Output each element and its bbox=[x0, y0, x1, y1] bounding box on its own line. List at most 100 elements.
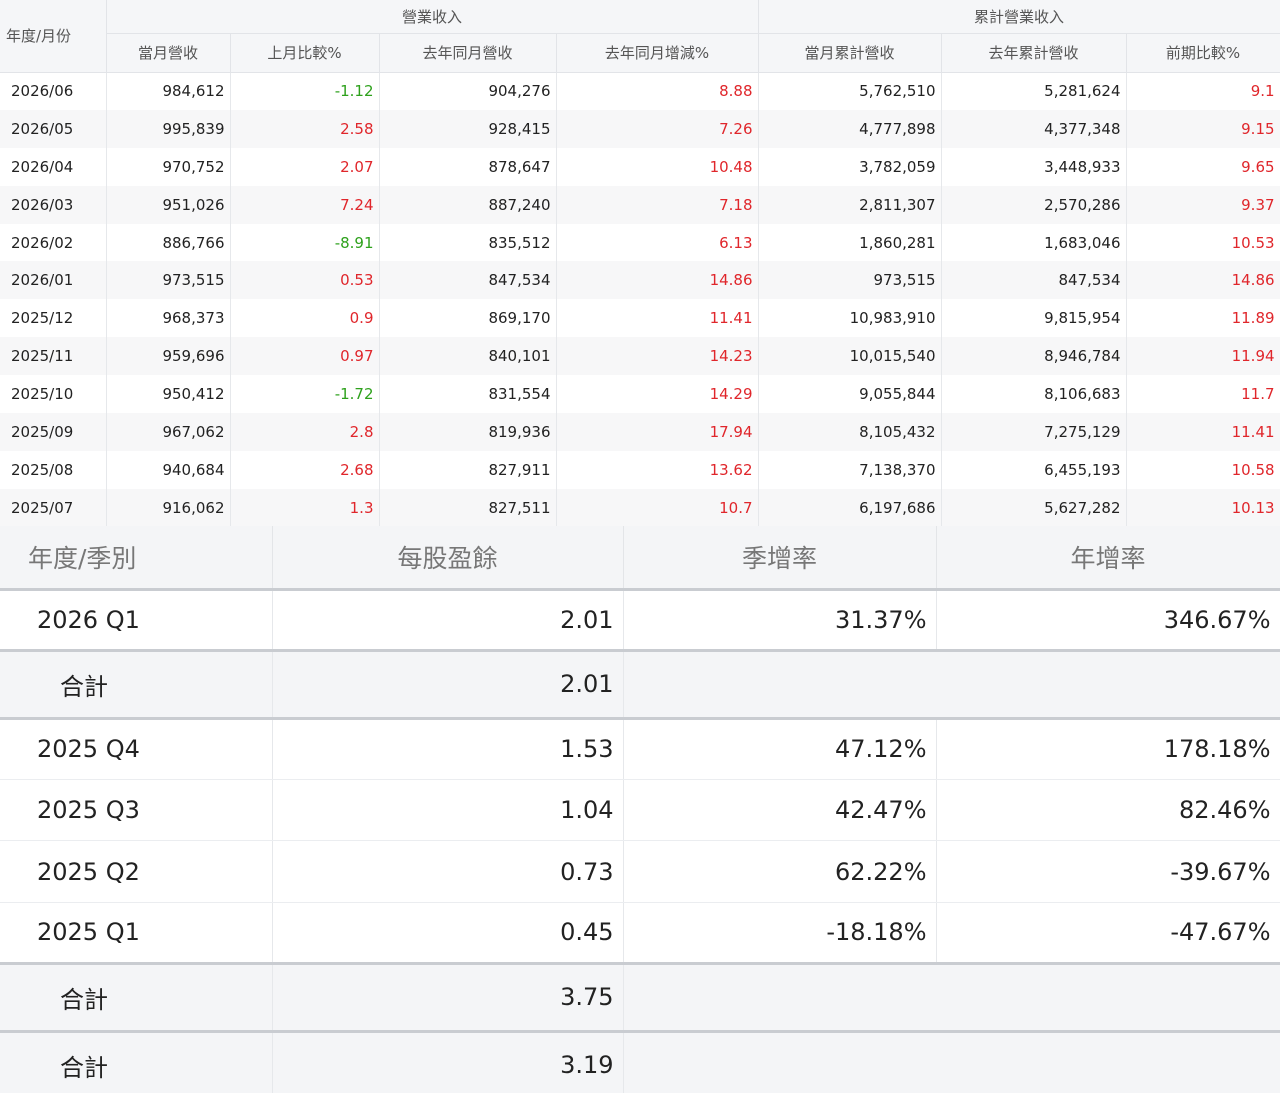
table-cell: 840,101 bbox=[379, 337, 557, 376]
table-cell: 6,197,686 bbox=[758, 488, 942, 527]
table-cell: 904,276 bbox=[379, 72, 557, 110]
row-date: 2025/12 bbox=[0, 299, 107, 338]
table-cell: -8.91 bbox=[230, 223, 380, 262]
table-cell: 7,275,129 bbox=[941, 413, 1127, 451]
table-cell: 14.86 bbox=[556, 261, 759, 300]
table-cell: 47.12% bbox=[623, 718, 937, 781]
table-row: 2026/02 886,766 -8.91 835,512 6.13 1,860,281 1… bbox=[0, 223, 1280, 262]
row-date: 2026/05 bbox=[0, 109, 107, 148]
table-row: 2025 Q1 0.45 -18.18% -47.67% bbox=[0, 902, 1280, 964]
table-cell: 2.01 bbox=[272, 589, 624, 651]
table-cell: 5,281,624 bbox=[941, 72, 1127, 110]
table-cell: 8.88 bbox=[556, 72, 759, 110]
table-cell: 878,647 bbox=[379, 147, 557, 186]
table-cell: -39.67% bbox=[936, 840, 1280, 903]
table-cell: 10.7 bbox=[556, 488, 759, 527]
revenue-column-header: 上月比較% bbox=[230, 33, 380, 73]
table-cell: 13.62 bbox=[556, 450, 759, 489]
table-cell: 10.53 bbox=[1126, 223, 1280, 262]
total-row: 合計 3.75 bbox=[0, 961, 1280, 1033]
table-cell: 8,106,683 bbox=[941, 375, 1127, 414]
period-label: 2025 Q4 bbox=[0, 718, 273, 781]
table-cell: 2,811,307 bbox=[758, 185, 942, 224]
table-cell: 0.53 bbox=[230, 261, 380, 300]
table-cell: 9.15 bbox=[1126, 109, 1280, 148]
table-cell: 7.18 bbox=[556, 185, 759, 224]
table-cell: 3,448,933 bbox=[941, 147, 1127, 186]
table-cell: 2.07 bbox=[230, 147, 380, 186]
table-cell: 11.41 bbox=[556, 299, 759, 338]
empty-cell bbox=[623, 961, 936, 1033]
table-cell: 970,752 bbox=[106, 147, 231, 186]
table-cell: -1.72 bbox=[230, 375, 380, 414]
table-cell: 10.58 bbox=[1126, 450, 1280, 489]
table-cell: 9,055,844 bbox=[758, 375, 942, 414]
table-cell: 1,683,046 bbox=[941, 223, 1127, 262]
table-cell: 847,534 bbox=[941, 261, 1127, 300]
table-cell: 346.67% bbox=[936, 589, 1280, 651]
table-cell: 0.45 bbox=[272, 902, 624, 964]
table-cell: 1.53 bbox=[272, 718, 624, 781]
row-date: 2025/09 bbox=[0, 413, 107, 451]
table-row: 2025/12 968,373 0.9 869,170 11.41 10,983,910 9… bbox=[0, 299, 1280, 338]
table-cell: 9.65 bbox=[1126, 147, 1280, 186]
table-cell: 984,612 bbox=[106, 72, 231, 110]
row-date: 2025/10 bbox=[0, 375, 107, 414]
eps-column-header: 每股盈餘 bbox=[272, 526, 624, 591]
table-cell: 7.24 bbox=[230, 185, 380, 224]
revenue-column-header: 當月累計營收 bbox=[758, 33, 942, 73]
table-cell: 869,170 bbox=[379, 299, 557, 338]
row-date: 2025/11 bbox=[0, 337, 107, 376]
row-date: 2025/08 bbox=[0, 450, 107, 489]
table-cell: 6,455,193 bbox=[941, 450, 1127, 489]
table-cell: 9,815,954 bbox=[941, 299, 1127, 338]
table-cell: 10.48 bbox=[556, 147, 759, 186]
table-cell: 4,377,348 bbox=[941, 109, 1127, 148]
table-cell: 995,839 bbox=[106, 109, 231, 148]
period-label: 2025 Q3 bbox=[0, 779, 273, 842]
eps-table: 年度/季別 每股盈餘 季增率 年增率 2026 Q1 2.01 31.37% 346.67%… bbox=[0, 526, 1280, 1093]
table-cell: 11.41 bbox=[1126, 413, 1280, 451]
table-row: 2025/09 967,062 2.8 819,936 17.94 8,105,432 7,… bbox=[0, 413, 1280, 451]
table-row: 2025/07 916,062 1.3 827,511 10.7 6,197,686 5,6… bbox=[0, 488, 1280, 527]
table-row: 2026/05 995,839 2.58 928,415 7.26 4,777,898 4,… bbox=[0, 109, 1280, 148]
table-cell: 967,062 bbox=[106, 413, 231, 451]
empty-cell bbox=[936, 961, 1280, 1033]
table-cell: 11.89 bbox=[1126, 299, 1280, 338]
table-row: 2025/08 940,684 2.68 827,911 13.62 7,138,370 6… bbox=[0, 450, 1280, 489]
period-label: 2026 Q1 bbox=[0, 589, 273, 651]
eps-column-header: 年度/季別 bbox=[0, 526, 273, 591]
table-cell: -47.67% bbox=[936, 902, 1280, 964]
table-cell: 887,240 bbox=[379, 185, 557, 224]
table-cell: 827,911 bbox=[379, 450, 557, 489]
table-cell: 11.7 bbox=[1126, 375, 1280, 414]
empty-cell bbox=[936, 1029, 1280, 1093]
table-cell: 951,026 bbox=[106, 185, 231, 224]
table-cell: 5,627,282 bbox=[941, 488, 1127, 527]
table-cell: 819,936 bbox=[379, 413, 557, 451]
empty-cell bbox=[623, 648, 936, 720]
table-cell: 959,696 bbox=[106, 337, 231, 376]
revenue-column-header: 當月營收 bbox=[106, 33, 231, 73]
table-cell: 178.18% bbox=[936, 718, 1280, 781]
table-cell: 1.3 bbox=[230, 488, 380, 527]
table-cell: 2.8 bbox=[230, 413, 380, 451]
table-cell: 62.22% bbox=[623, 840, 937, 903]
table-cell: 886,766 bbox=[106, 223, 231, 262]
table-cell: 973,515 bbox=[106, 261, 231, 300]
table-cell: 2.58 bbox=[230, 109, 380, 148]
table-cell: -18.18% bbox=[623, 902, 937, 964]
table-cell: 950,412 bbox=[106, 375, 231, 414]
row-date: 2026/03 bbox=[0, 185, 107, 224]
table-cell: 8,946,784 bbox=[941, 337, 1127, 376]
table-cell: 940,684 bbox=[106, 450, 231, 489]
table-cell: 9.37 bbox=[1126, 185, 1280, 224]
table-cell: 5,762,510 bbox=[758, 72, 942, 110]
empty-cell bbox=[936, 648, 1280, 720]
revenue-column-header: 前期比較% bbox=[1126, 33, 1280, 73]
table-cell: 0.9 bbox=[230, 299, 380, 338]
eps-column-header: 年增率 bbox=[936, 526, 1280, 591]
table-row: 2025/10 950,412 -1.72 831,554 14.29 9,055,844… bbox=[0, 375, 1280, 414]
table-cell: 31.37% bbox=[623, 589, 937, 651]
period-label: 合計 bbox=[0, 648, 273, 720]
